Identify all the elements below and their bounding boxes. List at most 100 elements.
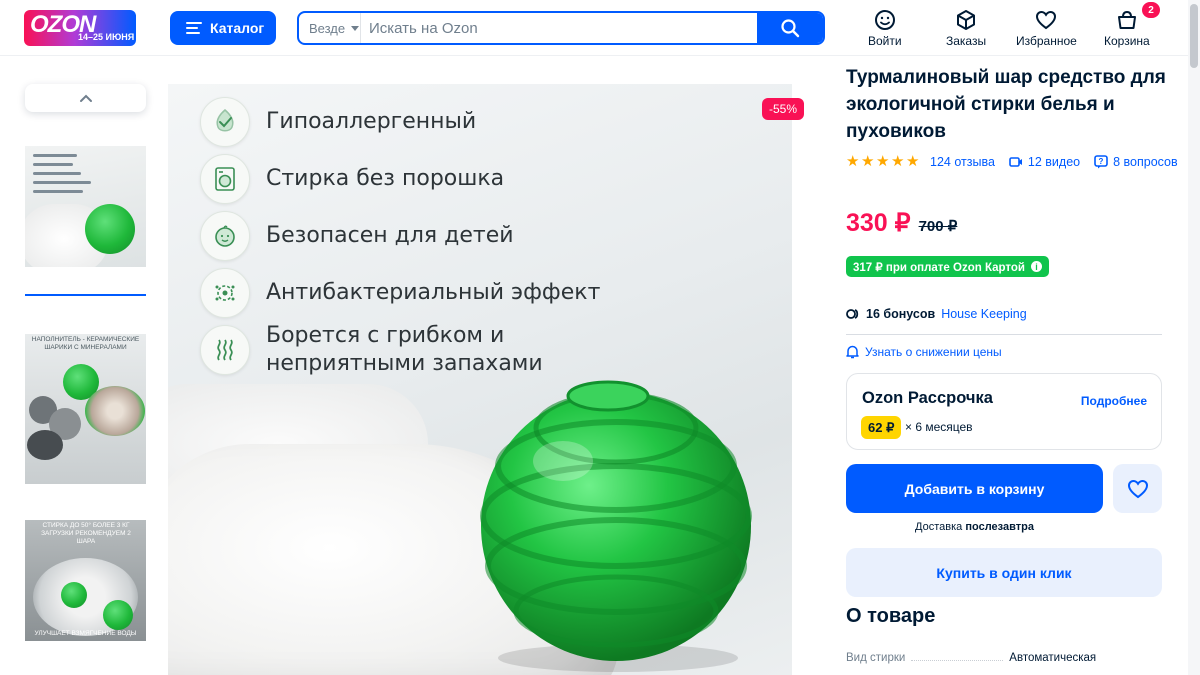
thumbnail-3-caption-top: СТИРКА ДО 50° БОЛЕЕ 3 КГ ЗАГРУЗКИ РЕКОМЕ…: [41, 522, 131, 545]
reviews-count: 124 отзыва: [930, 155, 995, 169]
installment-amount: 62 ₽: [861, 416, 902, 439]
ozon-logo[interactable]: OZON 14–25 ИЮНЯ: [24, 10, 136, 46]
spec-row: Вид стирки Автоматическая: [846, 652, 1162, 664]
add-to-favorites-button[interactable]: [1113, 464, 1162, 513]
delivery-prefix: Доставка: [915, 521, 963, 533]
questions-count: 8 вопросов: [1113, 155, 1178, 169]
installment-title: Ozon Рассрочка: [862, 389, 993, 407]
orders-label: Заказы: [946, 34, 987, 48]
feature-text: Гипоаллергенный: [266, 109, 477, 134]
feature-text: Антибактериальный эффект: [266, 280, 601, 305]
installment-more-link[interactable]: Подробнее: [1081, 394, 1147, 408]
logo-promo-dates: 14–25 ИЮНЯ: [78, 32, 135, 42]
feature-hypoallergenic: Гипоаллергенный: [200, 97, 476, 147]
info-icon: i: [1030, 261, 1042, 272]
installment-card[interactable]: Ozon Рассрочка Подробнее 62 ₽ × 6 месяце…: [846, 373, 1162, 450]
leaf-check-icon: [200, 97, 250, 147]
star-icon: ★: [876, 153, 890, 170]
reviews-link[interactable]: 124 отзыва: [930, 155, 995, 169]
thumbnails-up-button[interactable]: [25, 84, 146, 112]
ozon-card-price-badge[interactable]: 317 ₽ при оплате Ozon Картой i: [846, 256, 1049, 277]
orders-button[interactable]: Заказы: [946, 8, 986, 48]
divider: [846, 334, 1162, 335]
feature-safe-for-kids: Безопасен для детей: [200, 211, 514, 261]
search-icon: [781, 19, 800, 38]
search-scope-label: Везде: [309, 20, 346, 36]
about-product-heading: О товаре: [846, 605, 936, 627]
feature-text: Стирка без порошка: [266, 166, 505, 191]
favorites-button[interactable]: Избранное: [1016, 8, 1077, 48]
videos-count: 12 видео: [1027, 155, 1081, 169]
card-price-text: 317 ₽ при оплате Ozon Картой: [853, 261, 1025, 274]
delivery-info: Доставка послезавтра: [846, 521, 1103, 533]
rating-row: ★ ★ ★ ★ ★ 124 отзыва 12 видео ? 8 вопрос…: [846, 153, 1188, 170]
login-button[interactable]: Войти: [868, 8, 902, 48]
rating-stars[interactable]: ★ ★ ★ ★ ★: [846, 153, 920, 170]
spec-dots: [911, 653, 1004, 661]
cart-icon: [1115, 8, 1139, 32]
add-to-cart-button[interactable]: Добавить в корзину: [846, 464, 1103, 513]
notify-label: Узнать о снижении цены: [865, 345, 1002, 359]
green-ball-image: [85, 204, 135, 254]
green-ball-image: [103, 600, 133, 630]
product-title: Турмалиновый шар средство для экологично…: [846, 67, 1166, 142]
green-ball-image: [480, 380, 752, 672]
feature-no-powder: Стирка без порошка: [200, 154, 504, 204]
search-button[interactable]: [757, 13, 823, 43]
bonus-amount: 16 бонусов: [866, 307, 936, 321]
search-input[interactable]: [361, 13, 759, 43]
seller-link[interactable]: House Keeping: [941, 307, 1026, 321]
main-product-image[interactable]: Гипоаллергенный Стирка без порошка Безоп…: [168, 84, 792, 675]
delivery-when: послезавтра: [965, 521, 1034, 533]
svg-text:?: ?: [1099, 157, 1104, 166]
question-icon: ?: [1094, 155, 1108, 169]
thumbnail-2[interactable]: НАПОЛНИТЕЛЬ - КЕРАМИЧЕСКИЕ ШАРИКИ С МИНЕ…: [25, 334, 146, 484]
questions-link[interactable]: ? 8 вопросов: [1094, 155, 1178, 169]
spec-key: Вид стирки: [846, 652, 906, 664]
thumbnail-feature-list: [33, 154, 91, 199]
chevron-down-icon: [351, 25, 360, 31]
bacteria-icon: [200, 268, 250, 318]
star-icon: ★: [861, 153, 875, 170]
buy-one-click-button[interactable]: Купить в один клик: [846, 548, 1162, 597]
favorites-label: Избранное: [1016, 34, 1077, 48]
thumbnail-1[interactable]: [25, 146, 146, 267]
thumbnail-3[interactable]: СТИРКА ДО 50° БОЛЕЕ 3 КГ ЗАГРУЗКИ РЕКОМЕ…: [25, 520, 146, 641]
old-price: 700 ₽: [918, 218, 958, 235]
installment-term: × 6 месяцев: [905, 420, 973, 434]
heart-icon: [1034, 8, 1058, 32]
washing-machine-icon: [200, 154, 250, 204]
cart-count-badge: 2: [1142, 2, 1160, 18]
top-header: OZON 14–25 ИЮНЯ Каталог Везде Войти Зака…: [0, 0, 1200, 56]
thumbnail-active-indicator: [25, 294, 146, 296]
catalog-label: Каталог: [210, 20, 265, 36]
videos-link[interactable]: 12 видео: [1009, 155, 1080, 169]
baby-face-icon: [200, 211, 250, 261]
thumbnail-3-caption-bottom: УЛУЧШАЕТ ВЗМЯГЧЕНИЕ ВОДЫ: [34, 630, 137, 637]
bonus-row: 16 бонусов House Keeping: [846, 307, 1027, 321]
cart-label: Корзина: [1104, 34, 1150, 48]
green-ball-image: [61, 582, 87, 608]
feature-text: Безопасен для детей: [266, 223, 514, 248]
chevron-up-icon: [79, 94, 92, 102]
spec-value: Автоматическая: [1009, 652, 1097, 664]
page-scrollbar[interactable]: [1188, 0, 1200, 675]
search-bar: Везде: [297, 11, 825, 45]
catalog-button[interactable]: Каталог: [170, 11, 276, 45]
odor-waves-icon: [200, 325, 250, 375]
discount-badge: -55%: [762, 98, 804, 120]
user-icon: [873, 8, 897, 32]
price-drop-notify-link[interactable]: Узнать о снижении цены: [846, 345, 1002, 359]
star-icon: ★: [846, 153, 860, 170]
heart-icon: [1127, 479, 1148, 498]
scrollbar-thumb[interactable]: [1190, 4, 1198, 68]
star-icon: ★: [906, 153, 920, 170]
bell-icon: [846, 345, 859, 359]
menu-icon: [186, 22, 202, 34]
video-icon: [1009, 157, 1022, 167]
ceramic-beads-image: [85, 386, 145, 436]
stone-image: [27, 430, 63, 460]
cart-button[interactable]: Корзина 2: [1104, 2, 1160, 48]
current-price: 330 ₽: [846, 209, 911, 237]
search-scope-select[interactable]: Везде: [299, 13, 361, 43]
